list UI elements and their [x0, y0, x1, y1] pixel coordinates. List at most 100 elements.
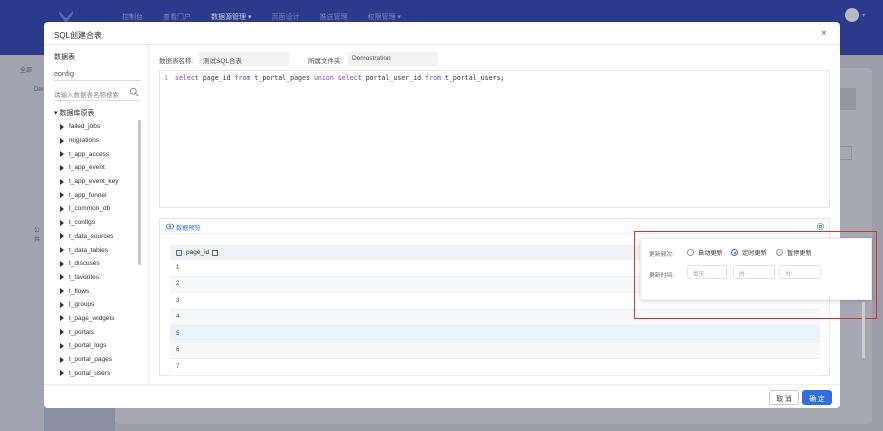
- nav-item-datasource[interactable]: 数据源管理 ▾: [211, 12, 251, 22]
- nav-item-portal[interactable]: 查看门户: [163, 12, 191, 22]
- sql-keyword: from: [425, 74, 442, 82]
- radio-auto-update[interactable]: 自动更新: [687, 248, 723, 257]
- nav-item-permission[interactable]: 权限管理 ▾: [367, 12, 400, 22]
- avatar[interactable]: [845, 8, 859, 22]
- caret-right-icon: [60, 356, 64, 363]
- table-list-item[interactable]: t_app_event: [60, 161, 140, 175]
- caret-right-icon: [60, 288, 64, 295]
- table-panel-title: 数据表: [54, 54, 75, 61]
- table-name: t_page_widgets: [69, 314, 115, 322]
- caret-right-icon: [60, 233, 64, 240]
- table-list-item[interactable]: t_app_funnel: [60, 188, 140, 202]
- caret-right-icon: [60, 205, 64, 212]
- day-select[interactable]: 每天 ⌄: [687, 265, 727, 279]
- table-name: t_favorites: [69, 273, 99, 281]
- scrollbar[interactable]: [862, 302, 865, 358]
- table-name: t_portal_logs: [69, 342, 107, 350]
- table-list-item[interactable]: migrations: [60, 134, 140, 148]
- table-list-item[interactable]: t_data_sources: [60, 230, 140, 244]
- table-list-item[interactable]: t_portal_pages: [60, 353, 140, 367]
- table-list-item[interactable]: t_page_widgets: [60, 312, 140, 326]
- chevron-down-icon: ⌄: [785, 269, 791, 275]
- tree-root[interactable]: ▾ 数据库原表: [54, 108, 94, 118]
- sql-editor[interactable]: 1 select page_id from t_portal_pages uni…: [159, 70, 830, 208]
- edit-icon[interactable]: [212, 249, 219, 256]
- table-list-item[interactable]: t_portal_users: [60, 366, 140, 380]
- divider: [44, 44, 840, 45]
- bg-sidebar-item-all: 全部: [20, 68, 33, 74]
- caret-right-icon: [60, 219, 64, 226]
- update-time-label: 更新时间:: [649, 273, 674, 279]
- cell-value: 7: [176, 363, 180, 370]
- caret-right-icon: [60, 370, 64, 377]
- table-name: t_flows: [69, 287, 90, 295]
- cell-value: 5: [176, 330, 180, 337]
- table-icon: [176, 249, 182, 256]
- radio-icon: [776, 249, 783, 256]
- hour-select[interactable]: 时 ⌄: [733, 265, 775, 279]
- table-name: t_portals: [69, 328, 94, 336]
- caret-right-icon: [60, 164, 64, 171]
- update-settings-popover: 更新频次: 自动更新 定时更新 暂停更新 更新时间: 每天 ⌄ 时 ⌄ 分 ⌄: [640, 238, 872, 300]
- nav-item-console[interactable]: 控制台: [122, 12, 143, 22]
- table-list-item[interactable]: t_common_db: [60, 202, 140, 216]
- table-list-item[interactable]: t_app_access: [60, 147, 140, 161]
- table-row[interactable]: 5: [170, 326, 820, 343]
- close-icon[interactable]: ×: [821, 28, 827, 39]
- gear-icon[interactable]: [816, 222, 825, 231]
- scrollbar[interactable]: [138, 120, 141, 265]
- table-name: t_portal_pages: [69, 356, 113, 364]
- bg-sidebar-item-public: 公共: [34, 228, 41, 243]
- cell-value: 1: [176, 264, 180, 271]
- folder-select[interactable]: Demostration ⌄: [348, 52, 438, 66]
- sql-keyword: select: [174, 74, 199, 82]
- search-icon[interactable]: [129, 87, 139, 97]
- table-row[interactable]: 7: [170, 359, 820, 376]
- table-name: t_app_funnel: [69, 191, 107, 199]
- table-search-input[interactable]: 请输入数据表名称搜索: [54, 86, 141, 101]
- table-list-item[interactable]: t_groups: [60, 298, 140, 312]
- chevron-down-icon: ⌄: [54, 69, 60, 76]
- name-label: 数据表名称:: [159, 58, 194, 65]
- table-list-item[interactable]: t_flows: [60, 284, 140, 298]
- update-frequency-label: 更新频次:: [649, 252, 674, 258]
- nav-item-page-design[interactable]: 页面设计: [271, 12, 299, 22]
- table-list-item[interactable]: failed_jobs: [60, 120, 140, 134]
- cancel-button[interactable]: 取 消: [769, 390, 799, 405]
- table-name: t_data_tables: [69, 246, 109, 254]
- caret-right-icon: [60, 301, 64, 308]
- table-name-input[interactable]: 测试SQL合表: [199, 52, 289, 66]
- sql-text: t_portal_users;: [441, 74, 505, 82]
- minute-select[interactable]: 分 ⌄: [779, 265, 821, 279]
- table-row[interactable]: 6: [170, 342, 820, 359]
- source-select[interactable]: config ⌄: [54, 65, 141, 81]
- top-nav: 控制台 查看门户 数据源管理 ▾ 页面设计 推送管理 权限管理 ▾: [122, 12, 421, 22]
- caret-right-icon: [60, 247, 64, 254]
- table-list-item[interactable]: t_portal_logs: [60, 339, 140, 353]
- table-list-item[interactable]: t_portals: [60, 325, 140, 339]
- table-list-item[interactable]: t_discuses: [60, 257, 140, 271]
- table-row[interactable]: 4: [170, 309, 820, 326]
- caret-down-icon: ▾: [54, 110, 58, 117]
- sql-line: 1 select page_id from t_portal_pages uni…: [164, 74, 505, 82]
- table-name: t_app_event: [69, 164, 105, 172]
- radio-pause-update[interactable]: 暂停更新: [776, 248, 812, 257]
- table-name: t_common_db: [69, 205, 111, 213]
- line-number: 1: [164, 74, 168, 82]
- chevron-down-icon[interactable]: ▾: [862, 12, 865, 19]
- caret-right-icon: [60, 260, 64, 267]
- table-list-item[interactable]: t_favorites: [60, 271, 140, 285]
- radio-scheduled-update[interactable]: 定时更新: [731, 248, 767, 257]
- search-placeholder: 请输入数据表名称搜索: [54, 92, 119, 99]
- table-name: t_configs: [69, 219, 96, 227]
- nav-item-push[interactable]: 推送管理: [319, 12, 347, 22]
- divider: [148, 45, 149, 383]
- table-list-item[interactable]: t_app_event_key: [60, 175, 140, 189]
- table-name: t_groups: [69, 301, 95, 309]
- table-list-item[interactable]: t_data_tables: [60, 243, 140, 257]
- confirm-button[interactable]: 确 定: [802, 390, 832, 405]
- column-header: page_id: [186, 249, 210, 256]
- sql-text: portal_user_id: [361, 74, 426, 82]
- caret-right-icon: [60, 329, 64, 336]
- table-list-item[interactable]: t_configs: [60, 216, 140, 230]
